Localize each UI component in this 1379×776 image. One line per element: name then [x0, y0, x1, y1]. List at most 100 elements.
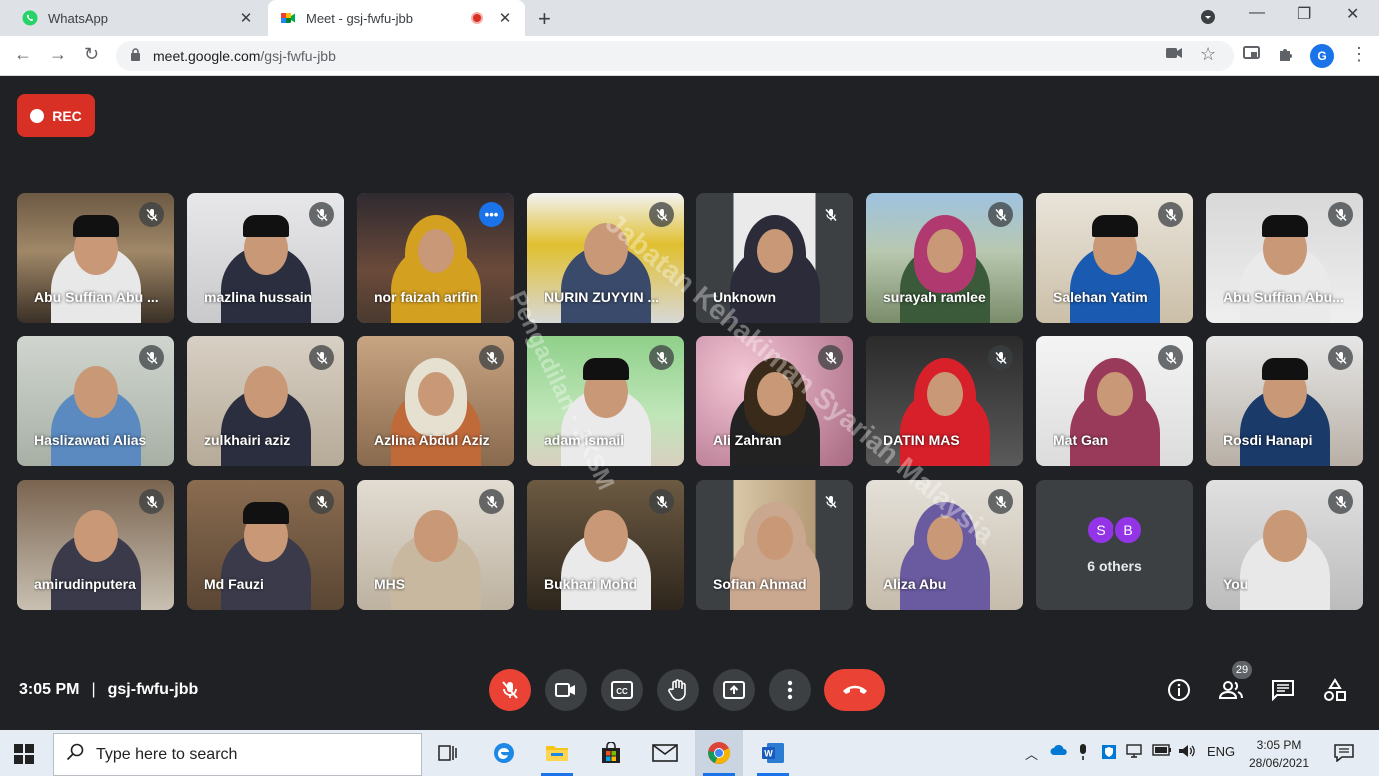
- participant-tile[interactable]: Ali Zahran: [696, 336, 853, 466]
- others-tile[interactable]: S B 6 others: [1036, 480, 1193, 610]
- participant-songkok: [1091, 215, 1138, 237]
- participant-tile[interactable]: NURIN ZUYYIN ...: [527, 193, 684, 323]
- participant-tile[interactable]: Azlina Abdul Aziz: [357, 336, 514, 466]
- participant-name: nor faizah arifin: [374, 289, 479, 305]
- participant-name: zulkhairi aziz: [204, 432, 291, 448]
- participant-tile[interactable]: Abu Suffian Abu ...: [17, 193, 174, 323]
- chat-button[interactable]: [1270, 677, 1296, 703]
- tab-title: WhatsApp: [48, 10, 108, 26]
- tab-close-icon[interactable]: ✕: [495, 9, 515, 27]
- edge-icon[interactable]: [480, 730, 528, 776]
- captions-button[interactable]: CC: [601, 669, 643, 711]
- mic-off-icon: [988, 202, 1013, 227]
- mic-off-icon: [649, 345, 674, 370]
- tab-meet[interactable]: Meet - gsj-fwfu-jbb ✕: [268, 0, 525, 36]
- window-close-icon[interactable]: ✕: [1346, 4, 1359, 24]
- onedrive-icon[interactable]: [1050, 744, 1068, 759]
- minimize-icon[interactable]: —: [1249, 4, 1265, 22]
- url-path: /gsj-fwfu-jbb: [260, 48, 336, 64]
- speaking-indicator-icon[interactable]: •••: [479, 202, 504, 227]
- participant-tile[interactable]: MHS: [357, 480, 514, 610]
- participant-face: [583, 510, 628, 562]
- participant-tile[interactable]: Abu Suffian Abu...: [1206, 193, 1363, 323]
- restore-icon[interactable]: ❐: [1297, 4, 1311, 24]
- new-tab-icon[interactable]: +: [538, 6, 551, 32]
- recording-label: REC: [52, 107, 82, 124]
- participant-tile[interactable]: Salehan Yatim: [1036, 193, 1193, 323]
- participant-tile[interactable]: zulkhairi aziz: [187, 336, 344, 466]
- meeting-code: gsj-fwfu-jbb: [107, 681, 199, 698]
- camera-toggle-button[interactable]: [545, 669, 587, 711]
- participant-tile[interactable]: Rosdi Hanapi: [1206, 336, 1363, 466]
- raise-hand-button[interactable]: [657, 669, 699, 711]
- task-view-icon[interactable]: [424, 730, 472, 776]
- participant-tile[interactable]: nor faizah arifin •••: [357, 193, 514, 323]
- participant-tile[interactable]: amirudinputera: [17, 480, 174, 610]
- present-screen-button[interactable]: [713, 669, 755, 711]
- security-shield-icon[interactable]: [1101, 744, 1117, 763]
- participant-name: Rosdi Hanapi: [1223, 432, 1313, 448]
- tab-whatsapp[interactable]: WhatsApp ✕: [8, 0, 266, 36]
- reload-icon[interactable]: ↻: [84, 44, 99, 65]
- participant-name: Ali Zahran: [713, 432, 782, 448]
- notification-center-icon[interactable]: [1334, 744, 1354, 767]
- profile-avatar[interactable]: G: [1310, 44, 1334, 68]
- cast-icon[interactable]: [1243, 46, 1260, 66]
- forward-icon[interactable]: →: [49, 44, 67, 65]
- leave-call-button[interactable]: [824, 669, 885, 711]
- back-icon[interactable]: ←: [14, 44, 32, 65]
- file-explorer-icon[interactable]: [533, 730, 581, 776]
- mic-off-icon: [309, 202, 334, 227]
- taskbar-clock[interactable]: 3:05 PM 28/06/2021: [1240, 736, 1318, 772]
- show-hidden-icons-icon[interactable]: ︿: [1025, 744, 1038, 763]
- microphone-toggle-button[interactable]: [489, 669, 531, 711]
- participant-tile[interactable]: Aliza Abu: [866, 480, 1023, 610]
- participant-face: [756, 516, 793, 560]
- participant-tile[interactable]: DATIN MAS: [866, 336, 1023, 466]
- participant-tile[interactable]: adam ismail: [527, 336, 684, 466]
- participant-tile[interactable]: mazlina hussain: [187, 193, 344, 323]
- store-icon[interactable]: [587, 730, 635, 776]
- mail-icon[interactable]: [641, 730, 689, 776]
- volume-icon[interactable]: [1178, 744, 1196, 761]
- mic-off-icon: [649, 489, 674, 514]
- mic-off-icon: [1158, 345, 1183, 370]
- chrome-menu-icon[interactable]: ⋮: [1350, 44, 1368, 65]
- meeting-details-button[interactable]: [1166, 677, 1192, 703]
- participant-tile[interactable]: You: [1206, 480, 1363, 610]
- bookmark-star-icon[interactable]: ☆: [1200, 44, 1216, 65]
- participant-name: amirudinputera: [34, 576, 136, 592]
- word-icon[interactable]: W: [749, 730, 797, 776]
- participant-tile[interactable]: Md Fauzi: [187, 480, 344, 610]
- svg-text:W: W: [764, 749, 773, 759]
- participant-tile[interactable]: Mat Gan: [1036, 336, 1193, 466]
- participant-tile[interactable]: Unknown: [696, 193, 853, 323]
- camera-icon[interactable]: [1166, 46, 1182, 64]
- tab-close-icon[interactable]: ✕: [236, 9, 256, 27]
- microphone-tray-icon[interactable]: [1078, 744, 1088, 763]
- recording-button[interactable]: REC: [17, 94, 95, 137]
- mic-off-icon: [988, 489, 1013, 514]
- input-language[interactable]: ENG: [1207, 744, 1235, 759]
- windows-start-icon[interactable]: [14, 744, 34, 769]
- tab-title: Meet - gsj-fwfu-jbb: [306, 10, 413, 26]
- chrome-icon[interactable]: [695, 730, 743, 776]
- activities-button[interactable]: [1322, 677, 1348, 703]
- battery-icon[interactable]: [1152, 744, 1172, 759]
- others-label: 6 others: [1087, 558, 1142, 574]
- network-icon[interactable]: [1126, 744, 1146, 761]
- mic-off-icon: [1328, 202, 1353, 227]
- participant-tile[interactable]: Sofian Ahmad: [696, 480, 853, 610]
- taskbar-search-input[interactable]: Type here to search: [53, 733, 422, 776]
- people-button[interactable]: [1218, 677, 1244, 703]
- address-bar[interactable]: meet.google.com/gsj-fwfu-jbb: [116, 41, 1234, 71]
- participant-face: [417, 372, 454, 416]
- more-options-button[interactable]: [769, 669, 811, 711]
- chat-icon: [1272, 680, 1294, 701]
- participant-name: Haslizawati Alias: [34, 432, 147, 448]
- tab-search-icon[interactable]: [1200, 9, 1216, 30]
- participant-tile[interactable]: Bukhari Mohd: [527, 480, 684, 610]
- extensions-puzzle-icon[interactable]: [1278, 46, 1294, 67]
- participant-tile[interactable]: surayah ramlee: [866, 193, 1023, 323]
- participant-tile[interactable]: Haslizawati Alias: [17, 336, 174, 466]
